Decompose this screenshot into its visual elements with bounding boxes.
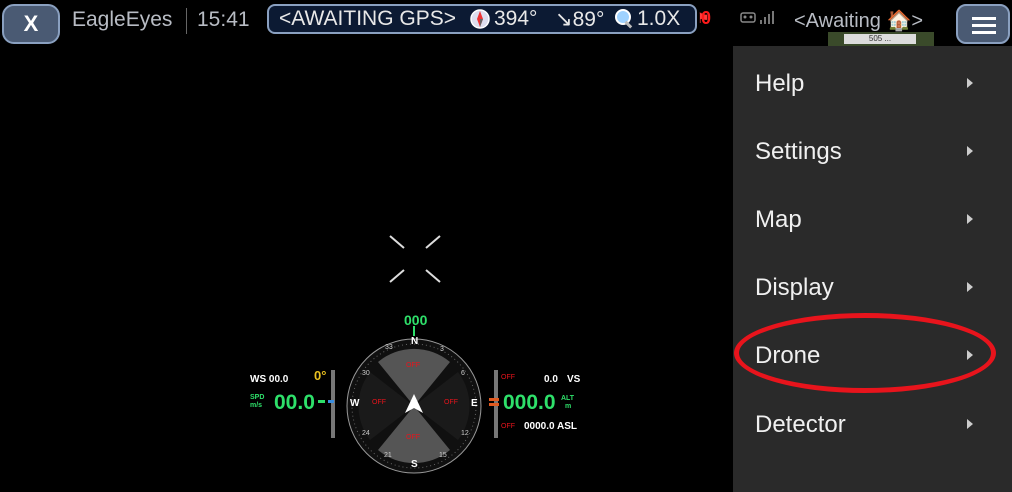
compass-tick-24: 24 <box>362 430 370 437</box>
app-name: EagleEyes <box>72 8 173 31</box>
crosshair-icon <box>388 230 442 291</box>
gimbal-off-west: OFF <box>372 399 386 406</box>
menu-item-label: Map <box>755 206 802 233</box>
compass-tick-15: 15 <box>439 452 447 459</box>
compass-tick-3: 3 <box>440 346 444 353</box>
vertical-speed: 0.0 <box>544 374 558 385</box>
compass-west: W <box>350 398 360 409</box>
map-label: 505 ... <box>844 34 916 44</box>
alert-count: 0 <box>701 8 712 28</box>
home-status-text: <Awaiting <box>794 10 881 32</box>
menu-item-help[interactable]: Help <box>733 50 1012 118</box>
speed-label: SPD <box>250 394 265 401</box>
menu-item-map[interactable]: Map <box>733 186 1012 254</box>
menu-button[interactable] <box>956 4 1010 44</box>
submenu-arrow-icon <box>967 78 973 88</box>
vs-off: OFF <box>501 374 515 381</box>
compass-tick-12: 12 <box>461 430 469 437</box>
compass-tick-33: 33 <box>385 344 393 351</box>
zoom-value: 1.0X <box>637 7 681 30</box>
menu-item-display[interactable]: Display <box>733 254 1012 322</box>
wind-speed: WS 00.0 <box>250 374 289 385</box>
compass-heading: 000 <box>404 312 428 328</box>
menu-item-label: Help <box>755 70 805 97</box>
altitude-value: 000.0 <box>503 391 556 414</box>
home-status-suffix: > <box>911 10 924 32</box>
highlight-circle <box>734 313 996 393</box>
menu-item-settings[interactable]: Settings <box>733 118 1012 186</box>
menu-item-label: Display <box>755 274 834 301</box>
home-status: <Awaiting 🏠> <box>794 8 923 33</box>
compass-east: E <box>471 398 478 409</box>
vs-label: VS <box>567 374 581 385</box>
menu-item-detector[interactable]: Detector <box>733 391 1012 459</box>
speed-value: 00.0 <box>274 391 315 414</box>
wind-direction: 0° <box>314 368 327 383</box>
gimbal-off-bottom: OFF <box>406 434 420 441</box>
compass-icon <box>469 8 491 36</box>
home-icon: 🏠 <box>886 10 912 32</box>
asl-off: OFF <box>501 423 515 430</box>
zoom-icon <box>613 8 635 36</box>
submenu-arrow-icon <box>967 282 973 292</box>
menu-item-label: Settings <box>755 138 842 165</box>
submenu-arrow-icon <box>967 419 973 429</box>
close-button[interactable]: X <box>2 4 60 44</box>
dropdown-menu: Help Settings Map Display Drone Detector <box>733 46 1012 492</box>
hamburger-icon <box>972 17 996 20</box>
heading-value: 394° <box>494 7 538 30</box>
submenu-arrow-icon <box>967 146 973 156</box>
gimbal-off-top: OFF <box>406 362 420 369</box>
map-thumbnail[interactable]: 505 ... <box>828 32 934 46</box>
compass-tick-21: 21 <box>384 452 392 459</box>
gimbal-off-east: OFF <box>444 399 458 406</box>
altitude-unit: m <box>565 403 572 410</box>
top-bar: X EagleEyes 15:41 <AWAITING GPS> 394° ↘8… <box>0 0 1012 46</box>
compass-tick-6: 6 <box>461 370 465 377</box>
clock: 15:41 <box>197 8 250 31</box>
compass-south: S <box>411 459 418 470</box>
altitude-label: ALT <box>561 395 575 402</box>
menu-item-label: Detector <box>755 411 846 438</box>
divider <box>186 8 187 34</box>
pitch-value: ↘89° <box>555 8 605 31</box>
asl-value: 0000.0 ASL <box>524 421 577 432</box>
compass-north: N <box>411 336 419 347</box>
compass-tick-30: 30 <box>362 370 370 377</box>
submenu-arrow-icon <box>967 214 973 224</box>
speed-unit: m/s <box>250 402 263 409</box>
gps-status-panel[interactable]: <AWAITING GPS> 394° ↘89° 1.0X <box>267 4 697 34</box>
flight-hud: 000 N S E W 33 30 6 3 12 15 21 24 OFF OF… <box>240 312 590 482</box>
drone-signal-icon <box>740 10 780 29</box>
gps-status: <AWAITING GPS> <box>279 7 456 30</box>
